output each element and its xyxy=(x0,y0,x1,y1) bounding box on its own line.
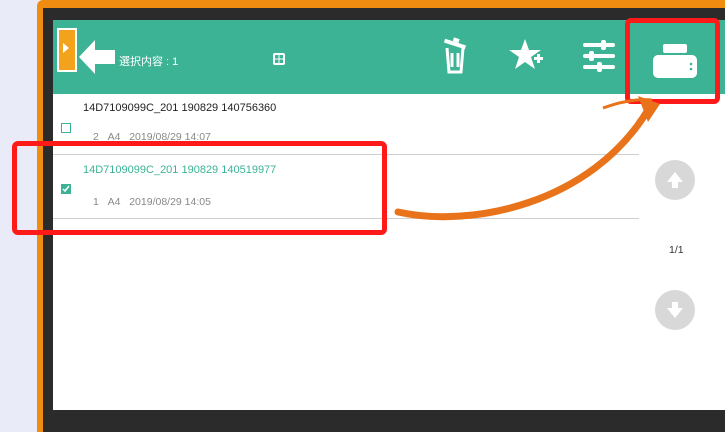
page-indicator: 1/1 xyxy=(669,244,684,256)
page-down-icon xyxy=(667,302,683,318)
star-add-icon[interactable] xyxy=(509,37,545,73)
highlight-box-selected-file xyxy=(12,141,387,235)
page-up-button[interactable] xyxy=(655,160,695,200)
side-tab[interactable] xyxy=(57,28,77,72)
checkbox[interactable] xyxy=(61,123,71,133)
trash-icon[interactable] xyxy=(441,37,469,75)
page-up-icon xyxy=(667,172,683,188)
page-down-button[interactable] xyxy=(655,290,695,330)
grid-icon[interactable] xyxy=(273,53,285,65)
highlight-box-print-button xyxy=(625,18,720,104)
file-name: 14D7109099C_201 190829 140756360 xyxy=(83,102,277,114)
back-arrow-icon[interactable] xyxy=(79,38,115,76)
side-tab-arrow-icon xyxy=(63,43,69,53)
sliders-icon[interactable] xyxy=(583,40,615,72)
selection-count: 選択内容 : 1 xyxy=(119,56,179,68)
